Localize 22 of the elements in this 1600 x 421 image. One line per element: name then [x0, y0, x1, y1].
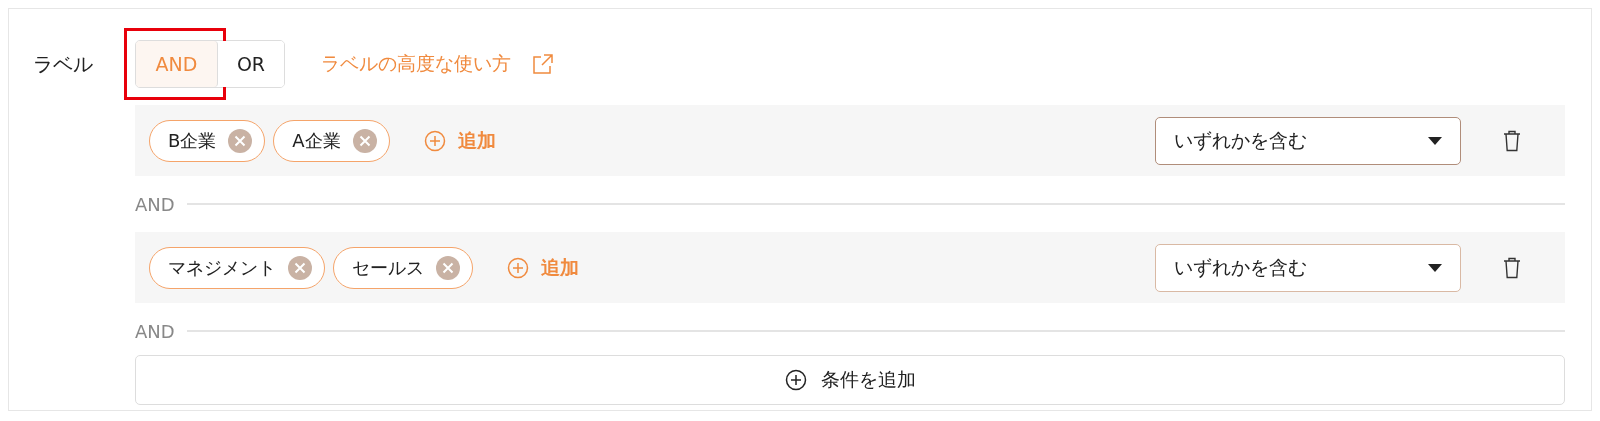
plus-circle-icon [784, 369, 807, 391]
label-chip: マネジメント [149, 246, 325, 289]
and-separator: AND [135, 320, 175, 342]
remove-icon[interactable] [288, 255, 312, 280]
remove-icon[interactable] [352, 128, 377, 153]
plus-circle-icon [423, 129, 446, 152]
caret-icon [1428, 136, 1442, 145]
trash-icon[interactable] [1503, 129, 1521, 152]
and-separator: AND [135, 193, 175, 215]
filter-label: ラベル [33, 50, 94, 78]
remove-icon[interactable] [228, 128, 253, 153]
remove-icon[interactable] [436, 255, 460, 280]
label-chip: A企業 [273, 119, 390, 162]
match-dropdown[interactable]: いずれかを含む [1155, 243, 1461, 292]
caret-icon [1428, 263, 1442, 272]
label-chip: B企業 [149, 119, 266, 162]
match-dropdown[interactable]: いずれかを含む [1155, 116, 1461, 165]
external-link-icon [533, 54, 553, 74]
trash-icon[interactable] [1503, 256, 1521, 279]
add-condition-button[interactable]: 条件を追加 [135, 355, 1565, 405]
plus-circle-icon [507, 256, 529, 279]
label-chip: セールス [333, 246, 473, 289]
